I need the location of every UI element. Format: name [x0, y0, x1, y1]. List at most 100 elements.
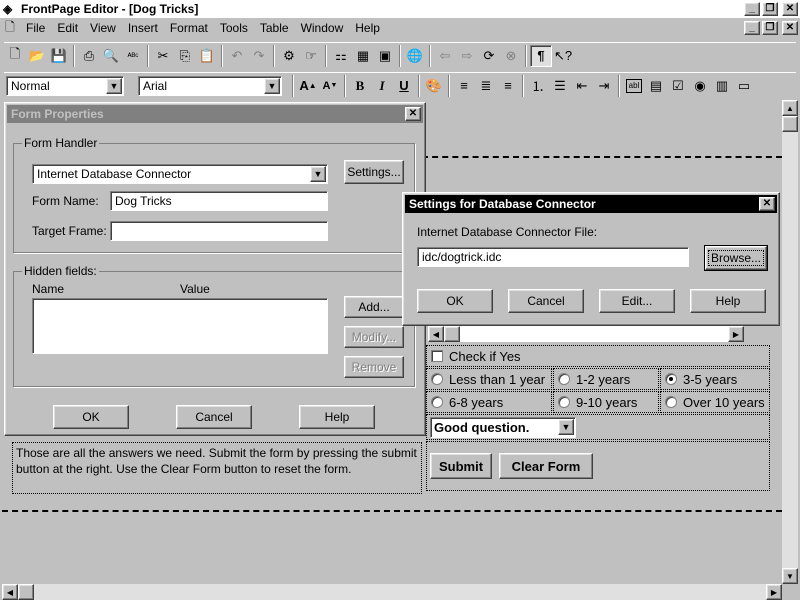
close-button[interactable]: ✕	[782, 2, 798, 16]
scroll-left-arrow[interactable]: ◀	[428, 326, 444, 342]
text-color-icon[interactable]: 🎨	[423, 75, 445, 97]
cut-icon[interactable]: ✂	[152, 45, 174, 67]
horizontal-scrollbar[interactable]: ◀ ▶	[2, 584, 782, 600]
doc-restore-button[interactable]: ❐	[762, 21, 778, 35]
form-properties-cancel-button[interactable]: Cancel	[176, 405, 252, 429]
radio-cell[interactable]: 9-10 years	[553, 391, 659, 413]
increase-indent-icon[interactable]: ⇥	[593, 75, 615, 97]
hscroll-thumb[interactable]	[18, 584, 34, 600]
answer-dropdown[interactable]: Good question. ▼	[430, 417, 576, 438]
redo-icon[interactable]: ↷	[248, 45, 270, 67]
font-dropdown-arrow[interactable]: ▼	[264, 77, 280, 94]
bold-icon[interactable]: B	[349, 75, 371, 97]
italic-icon[interactable]: I	[371, 75, 393, 97]
menu-window[interactable]: Window	[295, 21, 350, 35]
radio-button[interactable]	[431, 373, 443, 385]
copy-icon[interactable]: ⎘	[174, 45, 196, 67]
scroll-right-arrow[interactable]: ▶	[728, 326, 744, 342]
radio-cell[interactable]: Less than 1 year	[426, 368, 552, 390]
doc-minimize-button[interactable]: _	[744, 21, 760, 35]
scrolling-textbox-icon[interactable]: ▤	[645, 75, 667, 97]
checkbox-field-icon[interactable]: ☑	[667, 75, 689, 97]
menu-insert[interactable]: Insert	[122, 21, 164, 35]
radio-button[interactable]	[558, 373, 570, 385]
browse-button[interactable]: Browse...	[704, 245, 768, 271]
style-dropdown-arrow[interactable]: ▼	[106, 77, 122, 94]
radio-button[interactable]	[665, 373, 677, 385]
print-icon[interactable]: ⎙	[78, 45, 100, 67]
db-settings-close-button[interactable]: ✕	[759, 197, 775, 211]
paste-icon[interactable]: 📋	[196, 45, 218, 67]
style-combo[interactable]: Normal ▼	[6, 75, 124, 96]
print-preview-icon[interactable]: 🔍	[100, 45, 122, 67]
dropdown-field-icon[interactable]: ▥	[711, 75, 733, 97]
spelling-icon[interactable]: ᴬᴮᶜ	[122, 45, 144, 67]
radio-button[interactable]	[665, 396, 677, 408]
forward-icon[interactable]: ⇨	[456, 45, 478, 67]
menu-file[interactable]: File	[20, 21, 51, 35]
scroll-down-arrow[interactable]: ▼	[782, 568, 798, 584]
add-button[interactable]: Add...	[344, 296, 404, 318]
bullet-list-icon[interactable]: ☰	[549, 75, 571, 97]
answer-dropdown-arrow[interactable]: ▼	[558, 419, 574, 435]
open-icon[interactable]: 📂	[26, 45, 48, 67]
help-pointer-icon[interactable]: ↖?	[552, 45, 574, 67]
decrease-font-icon[interactable]: A ▼	[319, 75, 341, 97]
form-name-field[interactable]: Dog Tricks	[110, 191, 328, 211]
vertical-scrollbar[interactable]: ▲ ▼	[782, 100, 798, 584]
scroll-up-arrow[interactable]: ▲	[782, 100, 798, 116]
clear-form-button[interactable]: Clear Form	[499, 453, 593, 479]
radio-cell[interactable]: 1-2 years	[553, 368, 659, 390]
radio-field-icon[interactable]: ◉	[689, 75, 711, 97]
radio-button[interactable]	[558, 396, 570, 408]
back-icon[interactable]: ⇦	[434, 45, 456, 67]
undo-icon[interactable]: ↶	[226, 45, 248, 67]
menu-view[interactable]: View	[84, 21, 122, 35]
numbered-list-icon[interactable]: ⒈	[527, 75, 549, 97]
vertical-scroll-thumb[interactable]	[782, 116, 798, 132]
align-center-icon[interactable]: ≣	[475, 75, 497, 97]
radio-cell[interactable]: 6-8 years	[426, 391, 552, 413]
textbox-scrollbar[interactable]: ◀ ▶	[428, 326, 744, 342]
menu-help[interactable]: Help	[349, 21, 386, 35]
menu-format[interactable]: Format	[164, 21, 214, 35]
app-icon[interactable]: ◈	[3, 2, 19, 16]
form-properties-help-button[interactable]: Help	[299, 405, 375, 429]
explorer-icon[interactable]: ⚏	[330, 45, 352, 67]
decrease-indent-icon[interactable]: ⇤	[571, 75, 593, 97]
table-icon[interactable]: ▦	[352, 45, 374, 67]
align-left-icon[interactable]: ≡	[453, 75, 475, 97]
hscroll-right-arrow[interactable]: ▶	[766, 584, 782, 600]
doc-close-button[interactable]: ✕	[782, 21, 798, 35]
save-icon[interactable]: 💾	[48, 45, 70, 67]
checkbox-row[interactable]: Check if Yes	[426, 345, 770, 367]
db-settings-edit-button[interactable]: Edit...	[599, 289, 675, 313]
push-button-field-icon[interactable]: ▭	[733, 75, 755, 97]
settings-button[interactable]: Settings...	[344, 160, 404, 184]
textbox-field-icon[interactable]: abl	[626, 78, 642, 93]
image-icon[interactable]: ▣	[374, 45, 396, 67]
radio-cell[interactable]: 3-5 years	[660, 368, 770, 390]
hscroll-left-arrow[interactable]: ◀	[2, 584, 18, 600]
radio-button[interactable]	[431, 396, 443, 408]
show-paragraph-icon[interactable]: ¶	[530, 44, 552, 67]
menu-table[interactable]: Table	[254, 21, 295, 35]
modify-button[interactable]: Modify...	[344, 326, 404, 348]
underline-icon[interactable]: U	[393, 75, 415, 97]
yes-checkbox[interactable]	[431, 350, 443, 362]
db-settings-help-button[interactable]: Help	[690, 289, 766, 313]
form-handler-combo[interactable]: Internet Database Connector ▼	[32, 164, 328, 184]
minimize-button[interactable]: _	[744, 2, 760, 16]
scroll-thumb[interactable]	[444, 326, 460, 342]
form-properties-close-button[interactable]: ✕	[405, 107, 421, 121]
target-frame-field[interactable]	[110, 221, 328, 241]
increase-font-icon[interactable]: A ▲	[297, 75, 319, 97]
db-settings-cancel-button[interactable]: Cancel	[508, 289, 584, 313]
menu-edit[interactable]: Edit	[51, 21, 84, 35]
idc-file-field[interactable]: idc/dogtrick.idc	[417, 247, 689, 267]
align-right-icon[interactable]: ≡	[497, 75, 519, 97]
hidden-fields-list[interactable]	[32, 298, 328, 354]
menu-tools[interactable]: Tools	[214, 21, 254, 35]
form-handler-dropdown-arrow[interactable]: ▼	[310, 166, 326, 182]
stop-icon[interactable]: ⊗	[500, 45, 522, 67]
